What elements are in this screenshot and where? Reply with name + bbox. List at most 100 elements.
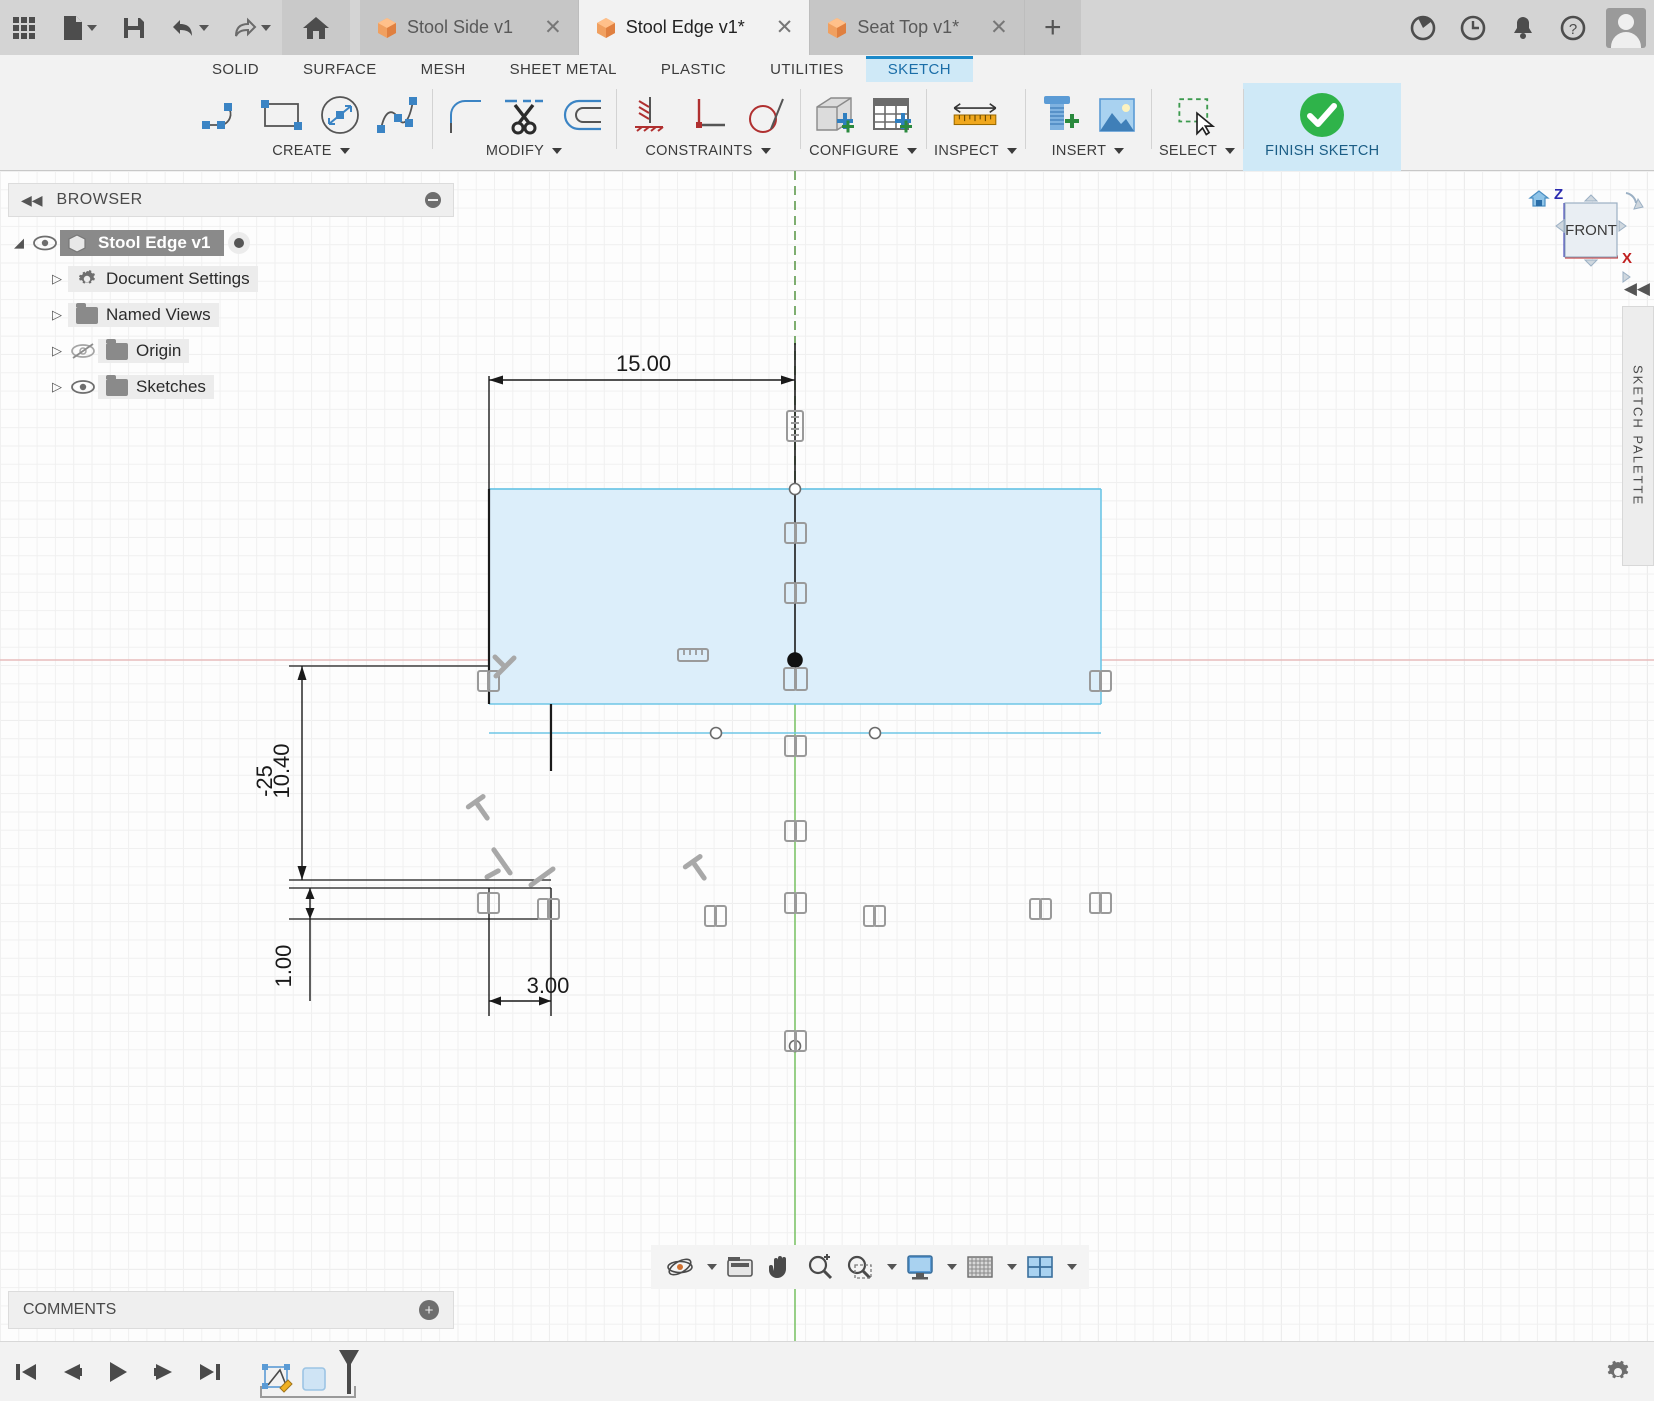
close-icon[interactable]: ✕ [754, 17, 794, 38]
ribbon-tab-mesh[interactable]: MESH [399, 57, 488, 82]
step-forward-button[interactable] [146, 1352, 182, 1392]
browser-item-sketches[interactable]: ▷ Sketches [8, 369, 454, 405]
play-button[interactable] [100, 1352, 136, 1392]
fillet-icon[interactable] [440, 89, 492, 141]
go-to-beginning-button[interactable] [8, 1352, 44, 1392]
redo-icon[interactable] [220, 0, 282, 55]
viewports-dropdown-icon[interactable] [1061, 1248, 1079, 1286]
sketch-palette-tab[interactable]: SKETCH PALETTE [1622, 306, 1654, 566]
browser-item-stool-edge[interactable]: ◢ Stool Edge v1 [8, 225, 454, 261]
expand-triangle-icon[interactable]: ▷ [46, 379, 68, 395]
document-tab-stool-side[interactable]: Stool Side v1 ✕ [360, 0, 579, 55]
document-tab-stool-edge[interactable]: Stool Edge v1* ✕ [578, 0, 811, 55]
display-dropdown-icon[interactable] [941, 1248, 959, 1286]
ribbon-group-label-insert[interactable]: INSERT [1052, 143, 1125, 163]
undo-icon[interactable] [158, 0, 220, 55]
rectangle-icon[interactable] [256, 89, 308, 141]
insert-canvas-image-icon[interactable] [1091, 89, 1143, 141]
account-avatar[interactable] [1606, 7, 1646, 48]
browser-item-origin-chip[interactable]: Origin [98, 338, 190, 363]
app-grid-icon[interactable] [0, 0, 48, 55]
browser-item-document-settings-chip[interactable]: Document Settings [68, 266, 258, 292]
home-icon[interactable] [282, 0, 350, 55]
expand-triangle-icon[interactable]: ▷ [46, 343, 68, 359]
circle-icon[interactable] [314, 89, 366, 141]
configuration-add-icon[interactable] [808, 89, 860, 141]
ribbon-group-label-configure[interactable]: CONFIGURE [809, 143, 917, 163]
visibility-eye-off-icon[interactable] [68, 342, 98, 360]
zoom-window-icon[interactable] [841, 1248, 879, 1286]
ribbon-group-label-constraints[interactable]: CONSTRAINTS [645, 143, 771, 163]
new-document-tab-button[interactable]: + [1024, 0, 1081, 55]
grid-snaps-icon[interactable] [961, 1248, 999, 1286]
zoom-icon[interactable] [801, 1248, 839, 1286]
trim-scissors-icon[interactable] [498, 89, 550, 141]
job-status-clock-icon[interactable] [1448, 0, 1498, 55]
step-back-button[interactable] [54, 1352, 90, 1392]
ribbon-tab-sketch[interactable]: SKETCH [865, 56, 974, 82]
browser-item-named-views-chip[interactable]: Named Views [68, 302, 219, 327]
viewcube-home-icon[interactable] [1528, 190, 1550, 207]
save-icon[interactable] [110, 0, 158, 55]
insert-mcmaster-part-icon[interactable] [1033, 89, 1085, 141]
sketch-canvas[interactable]: 15.00 10.40 -25 1.00 3.00 ◀◀ BROWSER ◢ S… [0, 171, 1654, 1341]
line-icon[interactable] [198, 89, 250, 141]
document-tab-seat-top[interactable]: Seat Top v1* ✕ [810, 0, 1025, 55]
select-window-cursor-icon[interactable] [1171, 89, 1223, 141]
ribbon-group-label-create[interactable]: CREATE [272, 143, 350, 163]
extensions-icon[interactable] [1398, 0, 1448, 55]
plus-circle-icon[interactable]: + [419, 1300, 439, 1320]
close-icon[interactable]: ✕ [968, 17, 1008, 38]
new-file-icon[interactable] [48, 0, 110, 55]
orbit-dropdown-icon[interactable] [701, 1248, 719, 1286]
browser-item-named-views[interactable]: ▷ Named Views [8, 297, 454, 333]
browser-item-document-settings[interactable]: ▷ Document Settings [8, 261, 454, 297]
browser-item-stool-edge-chip[interactable]: Stool Edge v1 [60, 230, 225, 256]
sketch-palette-collapse-icon[interactable]: ◀◀ [1624, 279, 1650, 299]
dimension-3-00[interactable]: 3.00 [488, 888, 569, 1016]
visibility-eye-icon[interactable] [30, 235, 60, 251]
configuration-table-icon[interactable] [866, 89, 918, 141]
tangent-constraint-icon[interactable] [740, 89, 792, 141]
ribbon-group-label-select[interactable]: SELECT [1159, 143, 1236, 163]
visibility-eye-icon[interactable] [68, 378, 98, 396]
go-to-end-button[interactable] [192, 1352, 228, 1392]
activate-component-radio[interactable] [228, 232, 251, 254]
ribbon-group-label-modify[interactable]: MODIFY [486, 143, 563, 163]
notifications-bell-icon[interactable] [1498, 0, 1548, 55]
browser-item-origin[interactable]: ▷ Origin [8, 333, 454, 369]
pan-hand-icon[interactable] [761, 1248, 799, 1286]
horizontal-vertical-constraint-icon[interactable] [624, 89, 676, 141]
spline-icon[interactable] [372, 89, 424, 141]
ribbon-tab-surface[interactable]: SURFACE [281, 57, 399, 82]
timeline-settings-gear-icon[interactable] [1600, 1352, 1636, 1392]
expand-triangle-icon[interactable]: ◢ [8, 235, 30, 251]
minus-circle-icon[interactable] [425, 192, 441, 208]
ribbon-tab-utilities[interactable]: UTILITIES [748, 57, 866, 82]
viewports-icon[interactable] [1021, 1248, 1059, 1286]
expand-triangle-icon[interactable]: ▷ [46, 271, 68, 287]
help-question-icon[interactable]: ? [1548, 0, 1598, 55]
offset-icon[interactable] [556, 89, 608, 141]
dimension-1-00[interactable]: 1.00 [271, 887, 551, 1001]
expand-triangle-icon[interactable]: ▷ [46, 307, 68, 323]
measure-icon[interactable] [949, 89, 1001, 141]
ribbon-group-finish-sketch[interactable]: FINISH SKETCH [1243, 83, 1402, 171]
zoom-dropdown-icon[interactable] [881, 1248, 899, 1286]
finish-sketch-check-icon[interactable] [1296, 89, 1348, 141]
perpendicular-constraint-icon[interactable] [682, 89, 734, 141]
display-settings-icon[interactable] [901, 1248, 939, 1286]
orbit-icon[interactable] [661, 1248, 699, 1286]
ribbon-group-label-inspect[interactable]: INSPECT [934, 143, 1017, 163]
close-icon[interactable]: ✕ [522, 17, 562, 38]
browser-collapse-icon[interactable]: ◀◀ [21, 192, 43, 209]
ribbon-tab-solid[interactable]: SOLID [190, 57, 281, 82]
viewcube[interactable]: Z X FRONT [1526, 177, 1644, 287]
grid-dropdown-icon[interactable] [1001, 1248, 1019, 1286]
ribbon-tab-plastic[interactable]: PLASTIC [639, 57, 748, 82]
browser-item-sketches-chip[interactable]: Sketches [98, 374, 214, 399]
ribbon-group-label-finish-sketch[interactable]: FINISH SKETCH [1265, 143, 1379, 163]
look-at-icon[interactable] [721, 1248, 759, 1286]
ribbon-tab-sheet-metal[interactable]: SHEET METAL [488, 57, 639, 82]
comments-panel[interactable]: COMMENTS + [8, 1291, 454, 1329]
